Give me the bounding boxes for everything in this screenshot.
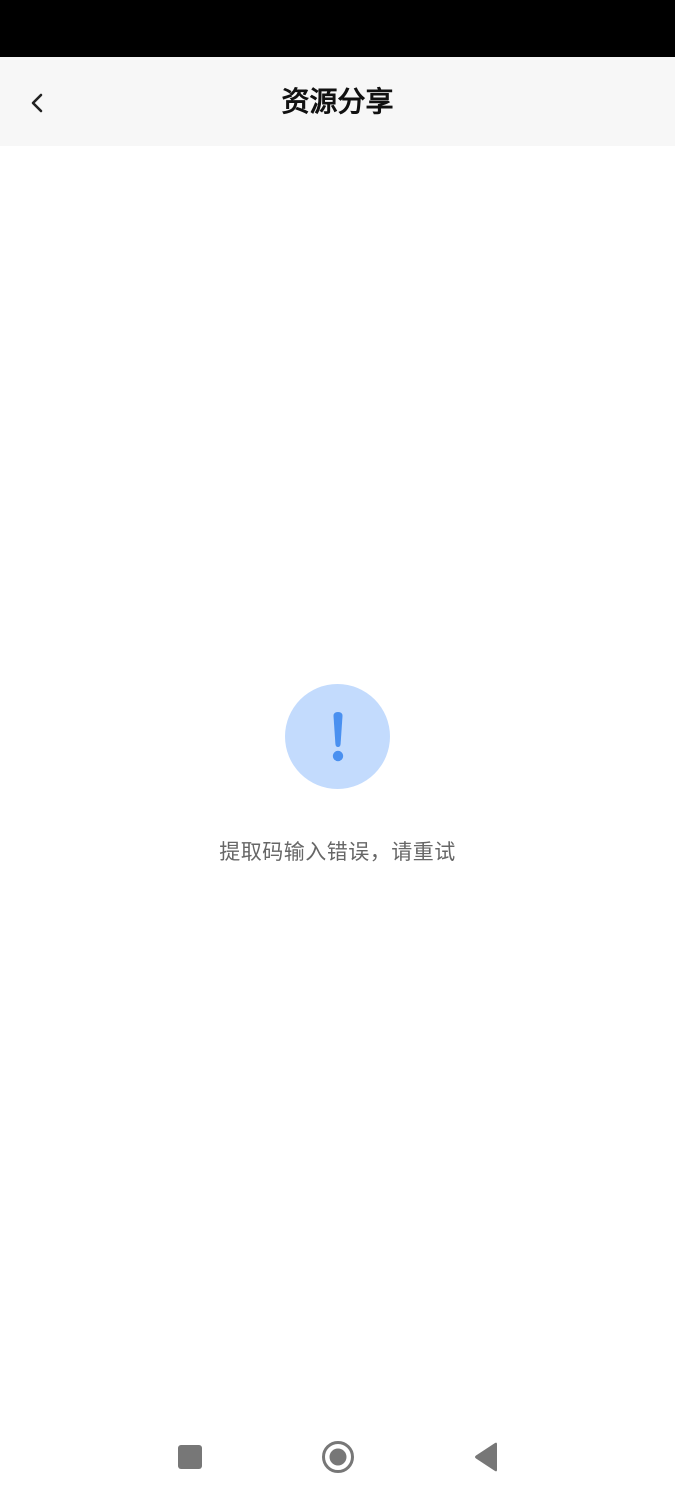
system-nav-bar bbox=[0, 1415, 675, 1500]
square-icon bbox=[178, 1445, 202, 1469]
circle-icon bbox=[322, 1441, 354, 1473]
app-header: 资源分享 bbox=[0, 57, 675, 146]
exclamation-icon bbox=[332, 711, 343, 761]
back-button[interactable] bbox=[14, 79, 62, 127]
triangle-left-icon bbox=[475, 1442, 497, 1472]
error-icon-circle bbox=[285, 684, 390, 789]
page-title: 资源分享 bbox=[281, 85, 394, 118]
nav-home-button[interactable] bbox=[310, 1429, 366, 1485]
chevron-left-icon bbox=[31, 93, 43, 113]
status-bar bbox=[0, 0, 675, 57]
content-area: 提取码输入错误，请重试 bbox=[0, 146, 675, 1400]
nav-back-button[interactable] bbox=[458, 1429, 514, 1485]
nav-recent-apps-button[interactable] bbox=[162, 1429, 218, 1485]
error-message: 提取码输入错误，请重试 bbox=[219, 840, 456, 864]
